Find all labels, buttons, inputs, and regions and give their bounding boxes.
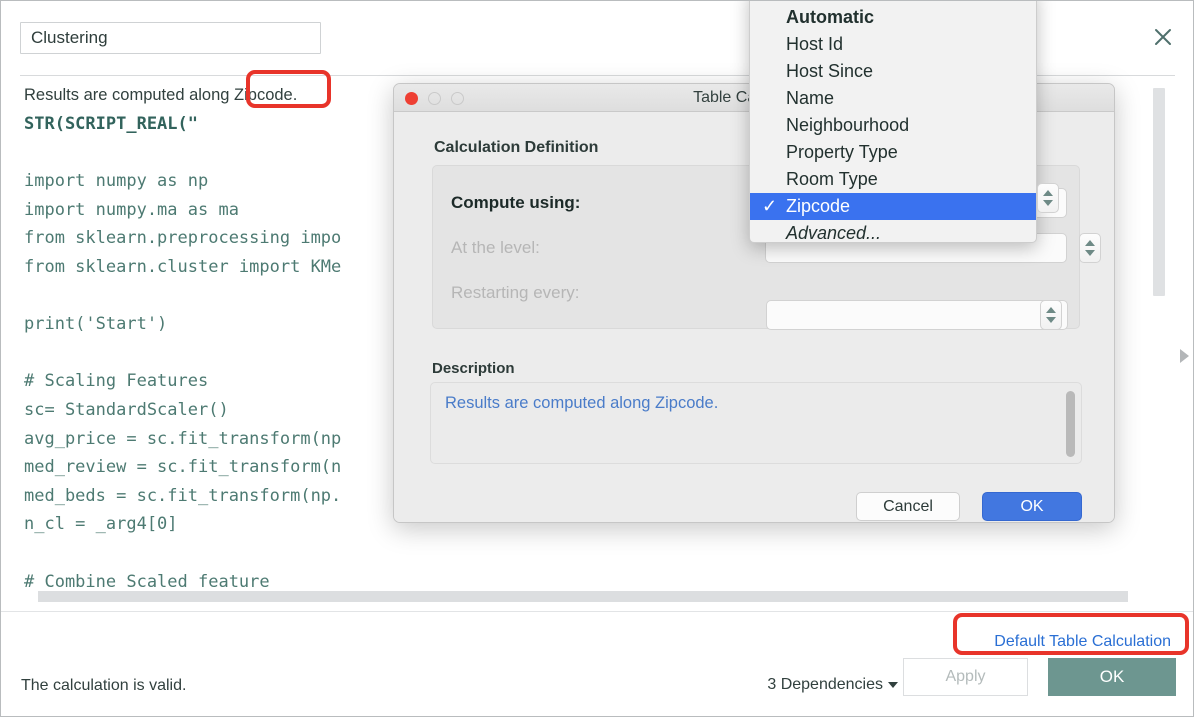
close-icon[interactable] [1151, 25, 1175, 49]
description-scroll-thumb[interactable] [1066, 391, 1075, 457]
description-label: Description [432, 360, 515, 377]
chevron-up-icon [1085, 240, 1095, 246]
dropdown-item-host-since[interactable]: Host Since [750, 58, 1036, 85]
apply-button[interactable]: Apply [903, 658, 1028, 696]
description-box: Results are computed along Zipcode. [430, 382, 1082, 464]
restarting-every-stepper[interactable] [1040, 300, 1062, 330]
default-table-calculation-link[interactable]: Default Table Calculation [994, 633, 1171, 651]
compute-using-dropdown-menu[interactable]: Automatic Host Id Host Since Name Neighbourh… [749, 1, 1037, 243]
chevron-down-icon [1046, 317, 1056, 323]
dropdown-item-label: Room Type [786, 169, 878, 189]
dropdown-item-label: Name [786, 88, 835, 108]
compute-using-label: Compute using: [451, 193, 581, 212]
at-the-level-stepper[interactable] [1079, 233, 1101, 263]
chevron-down-icon [888, 681, 898, 688]
dropdown-item-label: Advanced... [786, 223, 882, 243]
dropdown-item-label: Host Id [786, 34, 844, 54]
calculation-editor-window: Clustering Results are computed along Zi… [0, 0, 1194, 717]
at-the-level-label: At the level: [451, 238, 540, 257]
calculation-definition-label: Calculation Definition [434, 139, 599, 156]
dropdown-item-label: Neighbourhood [786, 115, 910, 135]
chevron-down-icon [1085, 250, 1095, 256]
dependencies-dropdown[interactable]: 3 Dependencies [767, 676, 898, 694]
dropdown-item-label: Property Type [786, 142, 898, 162]
editor-vertical-scroll-thumb[interactable] [1153, 88, 1165, 296]
dependencies-label: 3 Dependencies [767, 676, 883, 693]
dropdown-item-label: Automatic [786, 7, 875, 27]
expand-right-arrow-icon[interactable] [1180, 349, 1189, 363]
code-body: import numpy as np import numpy.ma as ma… [24, 171, 342, 592]
chevron-up-icon [1043, 190, 1053, 196]
dropdown-item-room-type[interactable]: Room Type [750, 166, 1036, 193]
compute-using-stepper[interactable] [1037, 183, 1059, 213]
chevron-down-icon [1043, 200, 1053, 206]
editor-horizontal-scroll-thumb[interactable] [38, 591, 1128, 602]
dropdown-item-label: Zipcode [786, 196, 851, 216]
check-icon: ✓ [762, 196, 778, 216]
dropdown-item-automatic[interactable]: Automatic [750, 4, 1036, 31]
editor-horizontal-scrollbar[interactable] [24, 591, 1144, 602]
dropdown-item-property-type[interactable]: Property Type [750, 139, 1036, 166]
description-text: Results are computed along Zipcode. [445, 394, 719, 412]
dropdown-item-zipcode[interactable]: ✓ Zipcode [750, 193, 1036, 220]
dropdown-item-host-id[interactable]: Host Id [750, 31, 1036, 58]
ok-button[interactable]: OK [1048, 658, 1176, 696]
restarting-every-label: Restarting every: [451, 283, 580, 302]
editor-description-line: Results are computed along Zipcode. [24, 86, 298, 104]
dropdown-item-advanced[interactable]: Advanced... [750, 220, 1036, 243]
dialog-ok-button[interactable]: OK [982, 492, 1082, 521]
editor-vertical-scrollbar[interactable] [1153, 88, 1165, 588]
restarting-every-combobox[interactable] [766, 300, 1068, 330]
dropdown-item-neighbourhood[interactable]: Neighbourhood [750, 112, 1036, 139]
code-header: STR(SCRIPT_REAL(" [24, 114, 198, 134]
chevron-up-icon [1046, 307, 1056, 313]
dropdown-item-label: Host Since [786, 61, 874, 81]
calculation-name-input[interactable]: Clustering [20, 22, 321, 54]
validity-status-text: The calculation is valid. [21, 677, 187, 694]
dialog-cancel-button[interactable]: Cancel [856, 492, 960, 521]
dropdown-item-name[interactable]: Name [750, 85, 1036, 112]
